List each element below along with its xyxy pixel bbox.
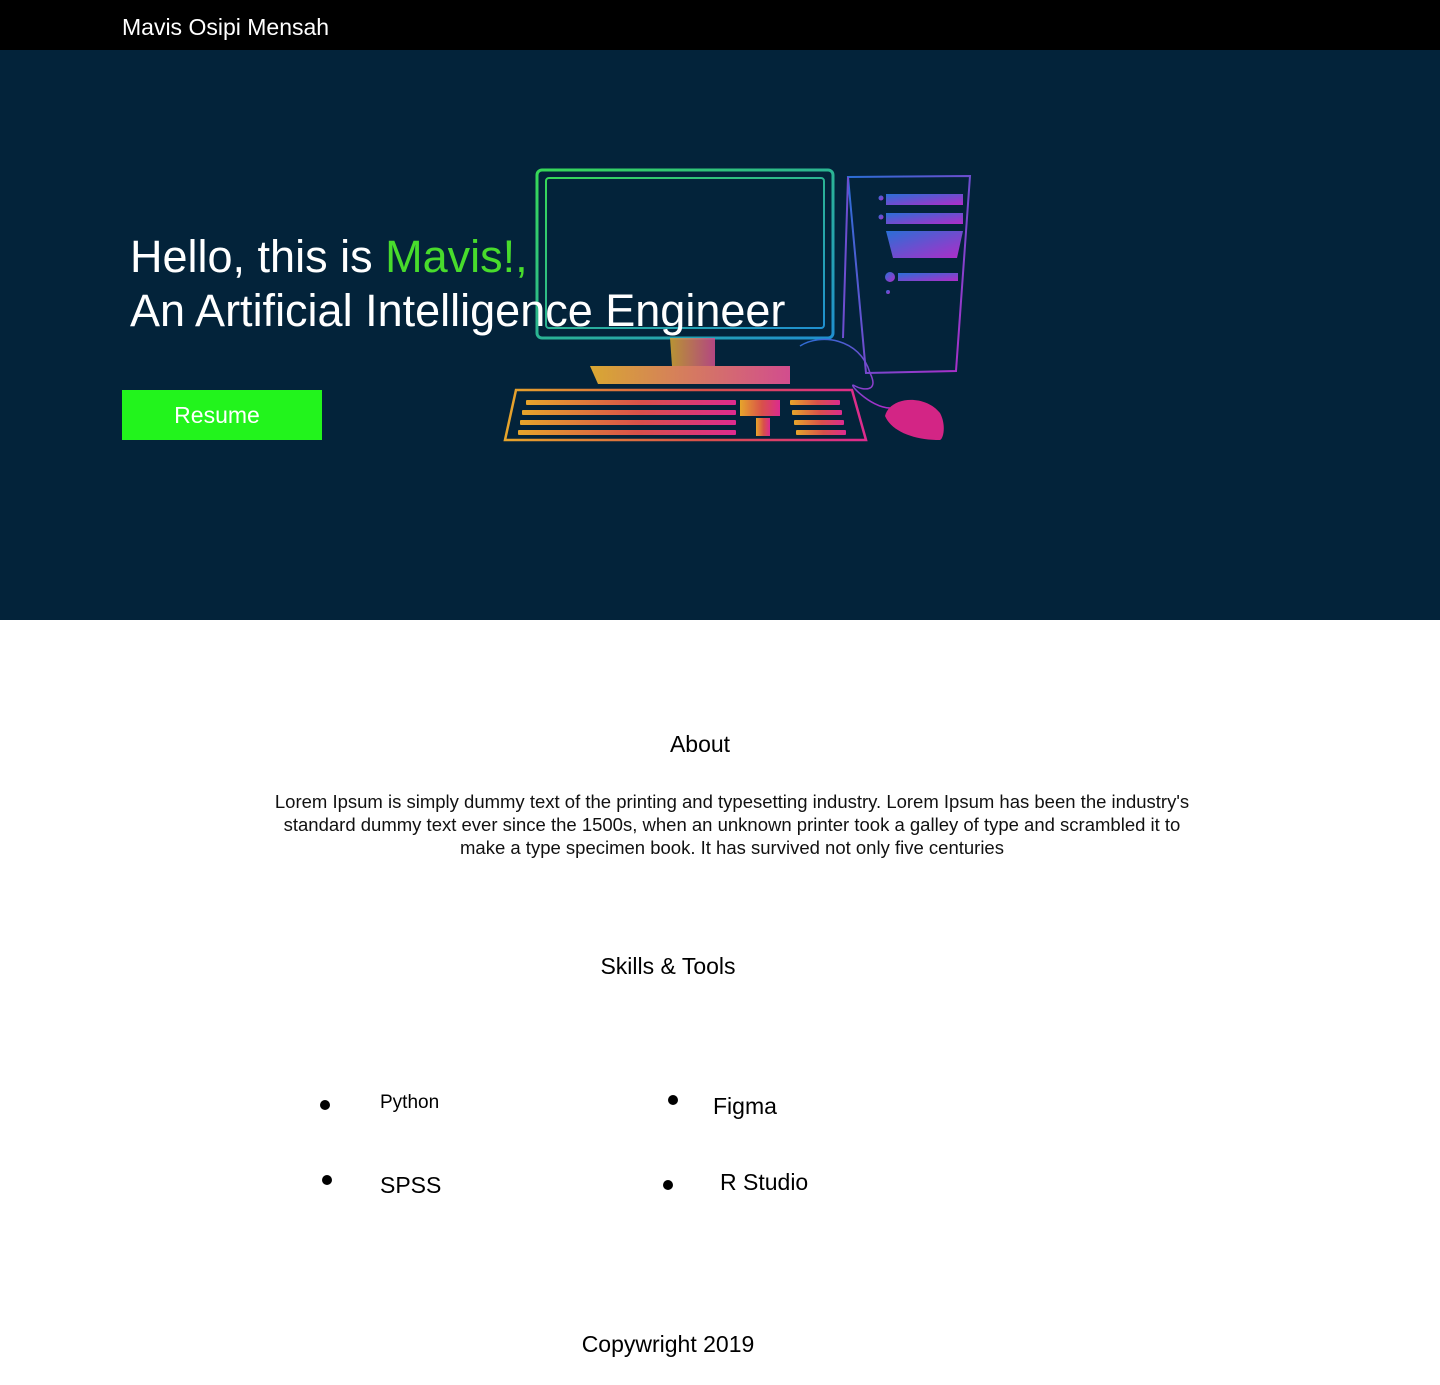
skill-spss: SPSS — [380, 1172, 442, 1198]
bullet-icon — [322, 1175, 332, 1185]
resume-button-label: Resume — [174, 402, 260, 428]
hero-greeting: Hello, this is — [130, 231, 386, 282]
bullet-icon — [320, 1100, 330, 1110]
skill-r-studio: R Studio — [720, 1169, 809, 1195]
hero-name: Mavis!, — [385, 231, 528, 282]
skill-figma: Figma — [713, 1093, 777, 1119]
about-heading: About — [669, 731, 731, 757]
resume-button[interactable]: Resume — [122, 390, 322, 440]
top-navbar: Mavis Osipi Mensah — [0, 0, 1440, 50]
hero-section: Hello, this is Mavis!, An Artificial Inte… — [0, 50, 1440, 620]
skills-heading: Skills & Tools — [600, 953, 736, 979]
bullet-icon — [668, 1095, 678, 1105]
skill-python: Python — [380, 1092, 440, 1113]
hero-role: An Artificial Intelligence Engineer — [130, 285, 786, 336]
footer-copyright: Copywright 2019 — [581, 1331, 755, 1357]
brand-name[interactable]: Mavis Osipi Mensah — [122, 12, 329, 42]
about-text: Lorem Ipsum is simply dummy text of the … — [274, 791, 1190, 858]
hero-heading: Hello, this is Mavis!, An Artificial Inte… — [130, 230, 785, 338]
bullet-icon — [663, 1180, 673, 1190]
